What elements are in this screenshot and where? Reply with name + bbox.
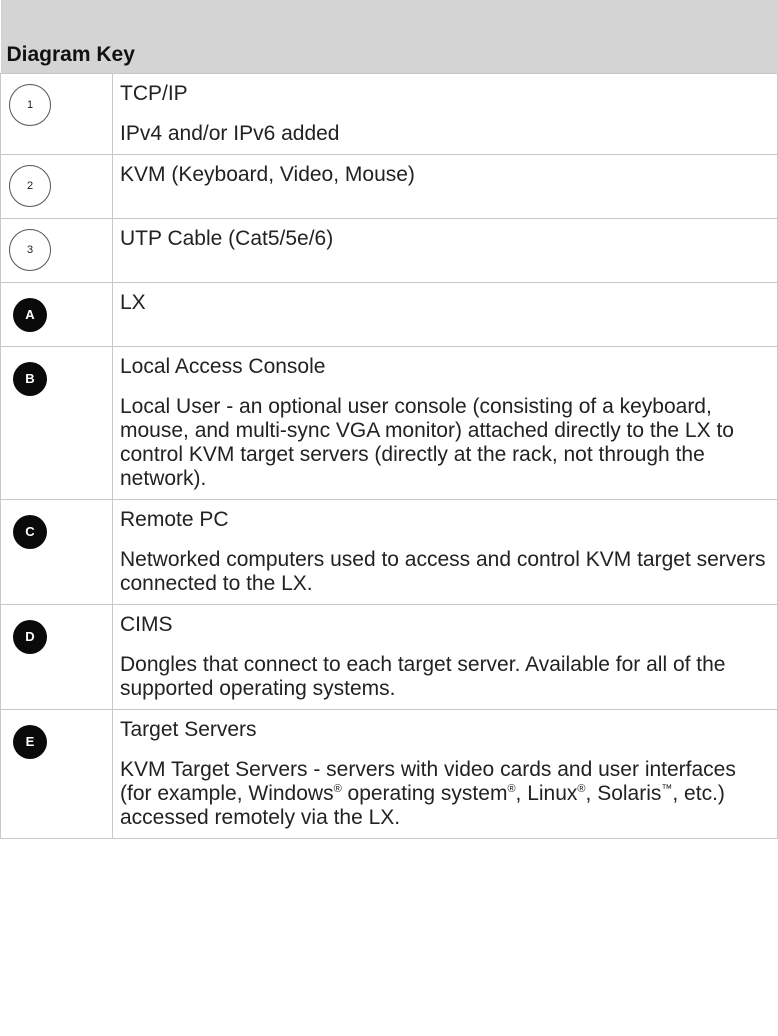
desc-text: , Solaris (585, 782, 662, 805)
key-description: Local User - an optional user console (c… (120, 395, 734, 490)
solid-letter-a-icon: A (13, 298, 47, 332)
key-row-2: 2 KVM (Keyboard, Video, Mouse) (0, 154, 778, 219)
diagram-key-table: Diagram Key 1 TCP/IP IPv4 and/or IPv6 ad… (0, 0, 778, 839)
key-description: Networked computers used to access and c… (120, 548, 766, 595)
desc-text: operating system (341, 782, 508, 805)
text-cell: TCP/IP IPv4 and/or IPv6 added (112, 73, 778, 155)
solid-letter-b-icon: B (13, 362, 47, 396)
marker-cell: C (0, 499, 113, 605)
circled-number-2-icon: 2 (9, 165, 51, 207)
key-row-b: B Local Access Console Local User - an o… (0, 346, 778, 500)
key-row-e: E Target Servers KVM Target Servers - se… (0, 709, 778, 839)
text-cell: UTP Cable (Cat5/5e/6) (112, 218, 778, 283)
key-term: LX (120, 291, 146, 314)
key-term: Local Access Console (120, 355, 326, 378)
key-row-d: D CIMS Dongles that connect to each targ… (0, 604, 778, 710)
key-row-1: 1 TCP/IP IPv4 and/or IPv6 added (0, 73, 778, 155)
key-term: Target Servers (120, 718, 257, 741)
top-band-row (0, 0, 778, 36)
key-term: UTP Cable (Cat5/5e/6) (120, 227, 334, 250)
marker-cell: E (0, 709, 113, 839)
registered-mark: ® (333, 783, 342, 795)
marker-cell: 3 (0, 218, 113, 283)
solid-letter-d-icon: D (13, 620, 47, 654)
solid-letter-c-icon: C (13, 515, 47, 549)
text-cell: Remote PC Networked computers used to ac… (112, 499, 778, 605)
desc-text: , Linux (515, 782, 578, 805)
trademark-mark: ™ (661, 783, 673, 795)
solid-letter-e-icon: E (13, 725, 47, 759)
text-cell: Target Servers KVM Target Servers - serv… (112, 709, 778, 839)
key-description: KVM Target Servers - servers with video … (120, 758, 771, 830)
key-term: CIMS (120, 613, 173, 636)
key-row-3: 3 UTP Cable (Cat5/5e/6) (0, 218, 778, 283)
key-row-c: C Remote PC Networked computers used to … (0, 499, 778, 605)
key-term: Remote PC (120, 508, 229, 531)
registered-mark: ® (507, 783, 516, 795)
header-row: Diagram Key (0, 36, 778, 74)
marker-cell: 2 (0, 154, 113, 219)
marker-cell: D (0, 604, 113, 710)
marker-cell: 1 (0, 73, 113, 155)
top-band (0, 0, 778, 36)
marker-cell: A (0, 282, 113, 347)
key-row-a: A LX (0, 282, 778, 347)
table-header: Diagram Key (0, 36, 778, 74)
key-term: KVM (Keyboard, Video, Mouse) (120, 163, 415, 186)
circled-number-1-icon: 1 (9, 84, 51, 126)
text-cell: CIMS Dongles that connect to each target… (112, 604, 778, 710)
key-description: Dongles that connect to each target serv… (120, 653, 726, 700)
text-cell: Local Access Console Local User - an opt… (112, 346, 778, 500)
text-cell: LX (112, 282, 778, 347)
text-cell: KVM (Keyboard, Video, Mouse) (112, 154, 778, 219)
marker-cell: B (0, 346, 113, 500)
key-description: IPv4 and/or IPv6 added (120, 122, 340, 145)
key-term: TCP/IP (120, 82, 188, 105)
circled-number-3-icon: 3 (9, 229, 51, 271)
registered-mark: ® (577, 783, 586, 795)
